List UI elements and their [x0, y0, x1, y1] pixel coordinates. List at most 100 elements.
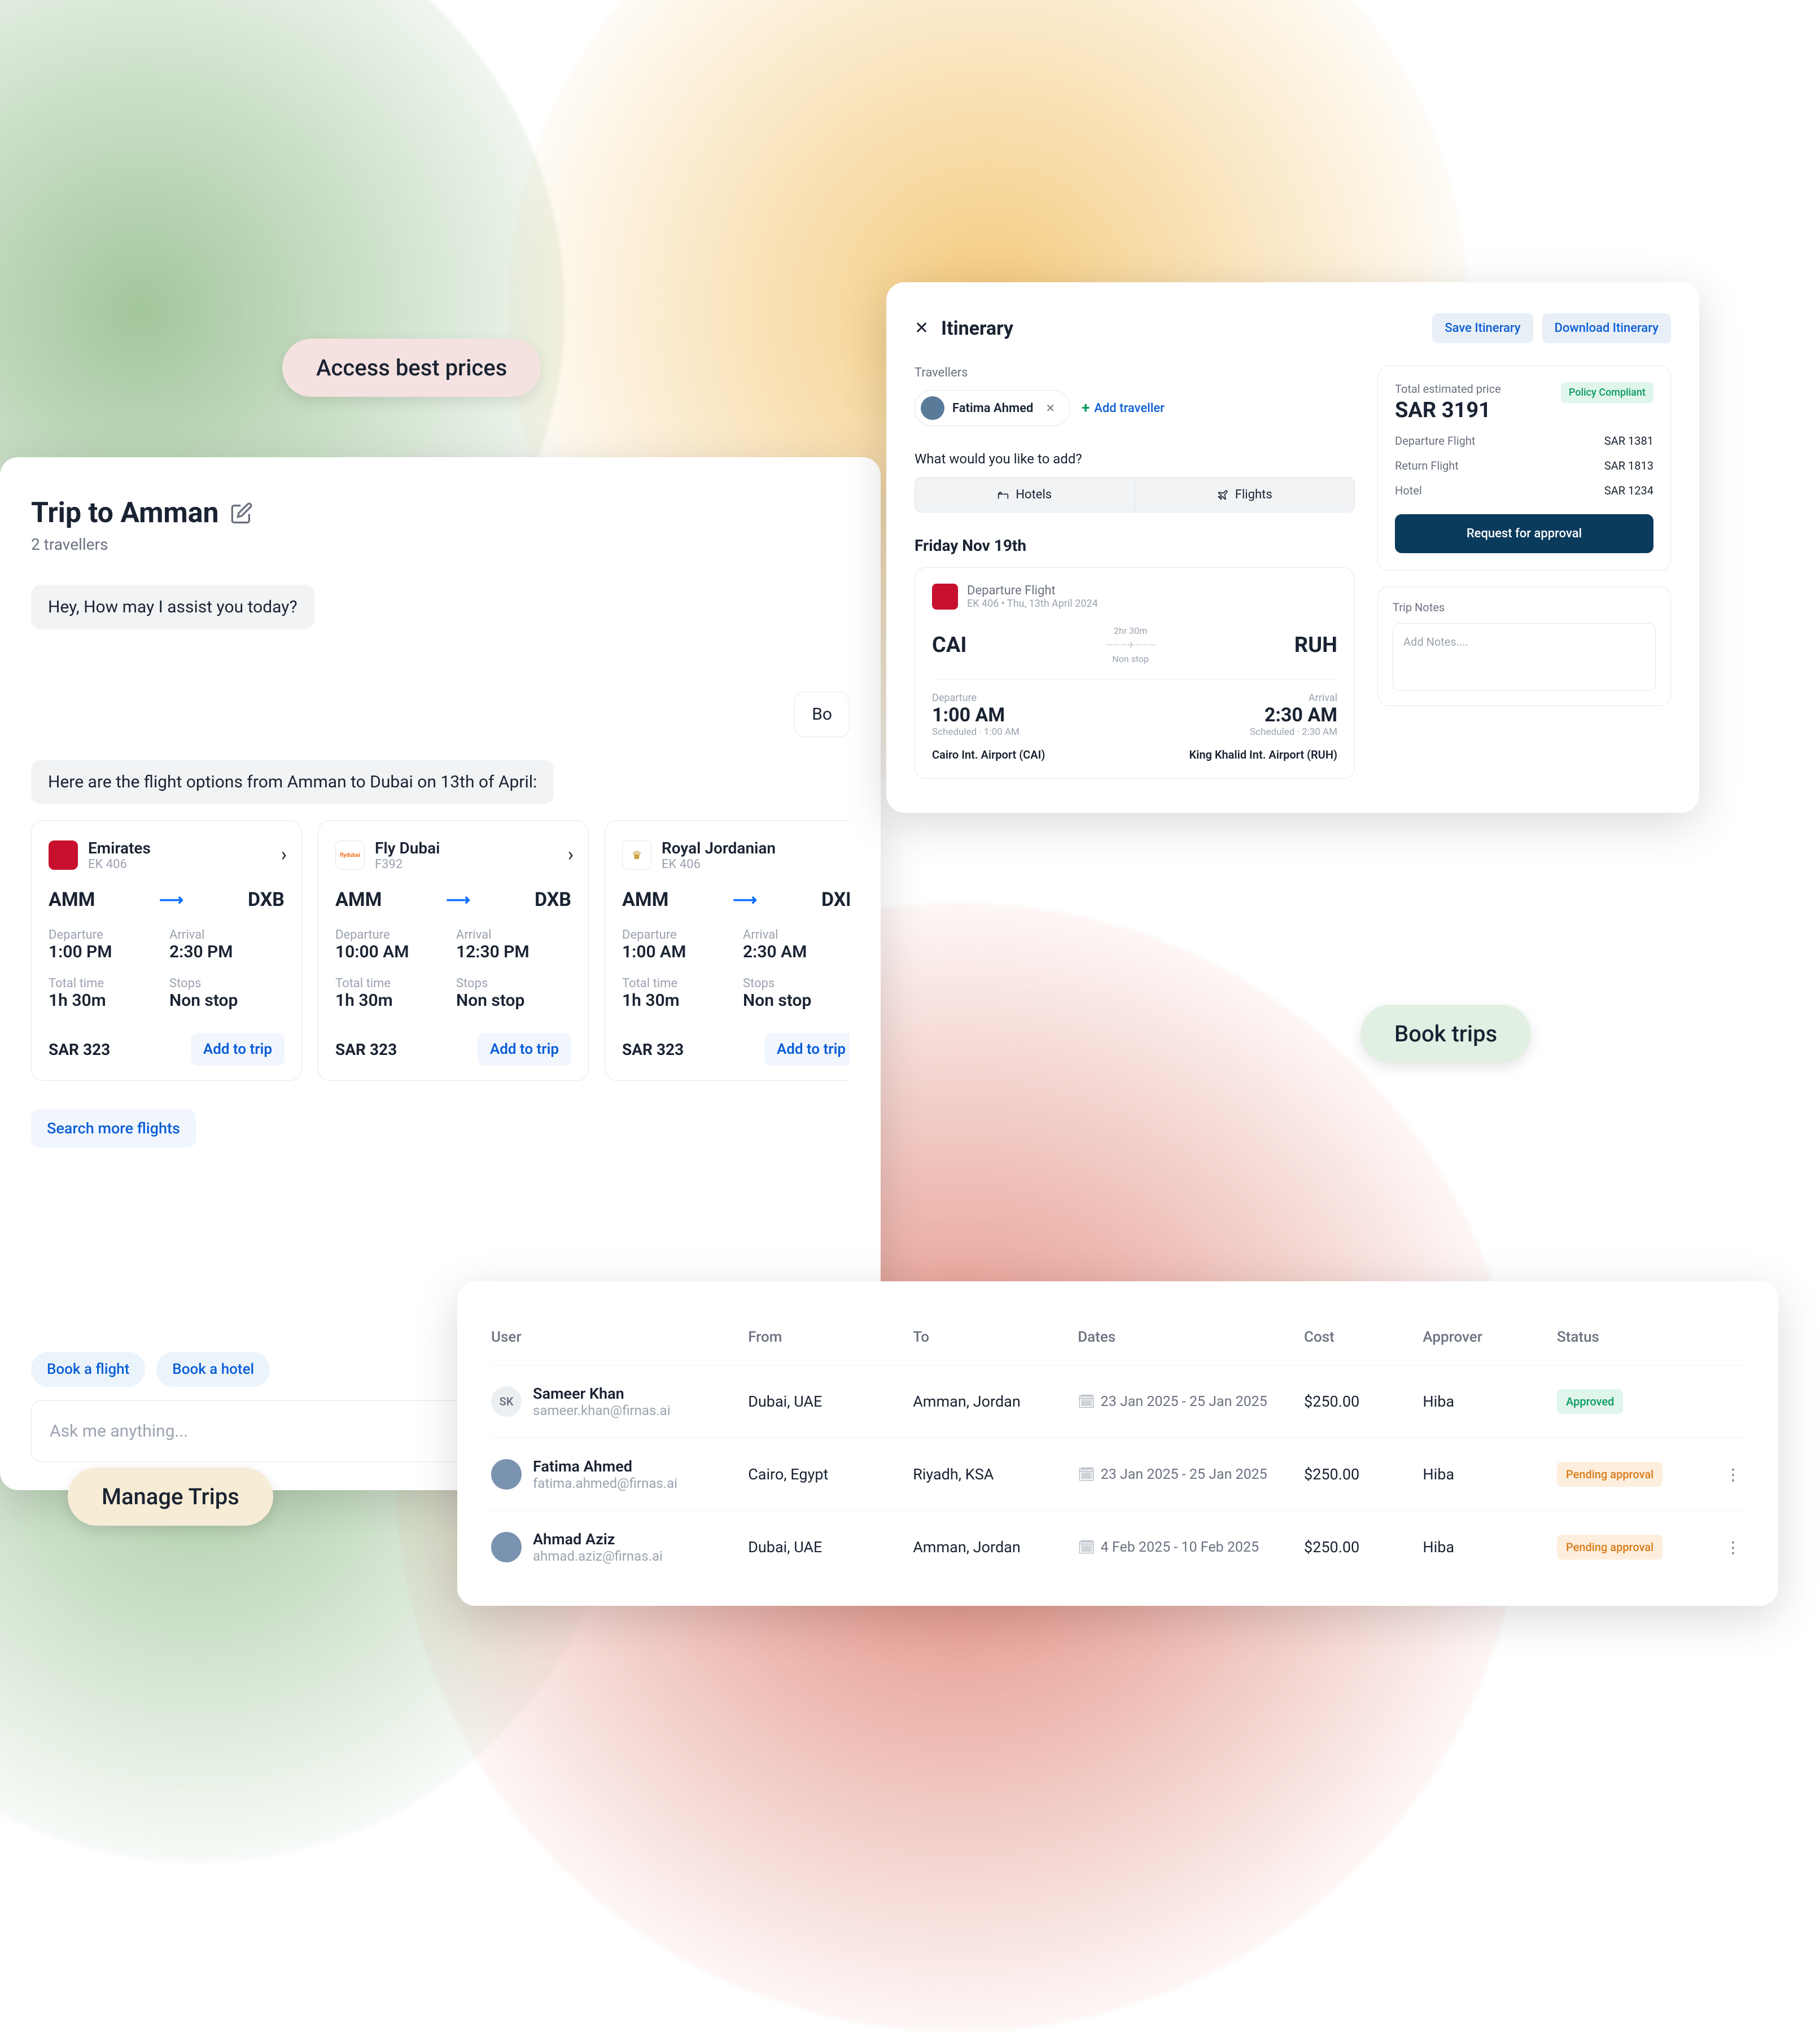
itinerary-title: Itinerary — [941, 317, 1013, 340]
flight-price: SAR 323 — [622, 1040, 684, 1059]
chevron-right-icon[interactable]: › — [281, 843, 287, 866]
arrow-right-icon: ⟶ — [446, 890, 470, 910]
flight-detail-card: Departure Flight EK 406 • Thu, 13th Apri… — [915, 567, 1355, 779]
arr-label: Arrival — [1189, 692, 1337, 704]
cell-cost: $250.00 — [1304, 1465, 1411, 1483]
airline-name: Fly Dubai — [375, 839, 440, 857]
stops-val: Non stop — [456, 991, 571, 1010]
dep-sched: Scheduled · 1:00 AM — [932, 726, 1045, 738]
cell-dates: 🗓23 Jan 2025 - 25 Jan 2025 — [1078, 1466, 1293, 1483]
flight-card[interactable]: Emirates EK 406 › AMM ⟶ DXB Departure1:0… — [31, 820, 302, 1081]
cell-from: Dubai, UAE — [748, 1538, 902, 1556]
plus-icon: + — [1082, 400, 1090, 417]
kebab-menu-icon[interactable]: ⋮ — [1722, 1465, 1744, 1484]
suggestion-book-hotel[interactable]: Book a hotel — [156, 1352, 270, 1387]
user-email: ahmad.aziz@firnas.ai — [533, 1548, 663, 1564]
col-cost: Cost — [1304, 1329, 1411, 1346]
estimate-line-value: SAR 1234 — [1604, 484, 1653, 497]
estimate-line-key: Hotel — [1395, 484, 1422, 497]
itinerary-panel: ✕ Itinerary Save Itinerary Download Itin… — [886, 282, 1699, 813]
add-to-trip-button[interactable]: Add to trip — [478, 1033, 571, 1066]
suggestion-book-flight[interactable]: Book a flight — [31, 1352, 145, 1387]
stops-label: Stops — [169, 976, 285, 991]
status-badge: Pending approval — [1557, 1462, 1663, 1487]
table-row[interactable]: SK Sameer Khan sameer.khan@firnas.ai Dub… — [491, 1365, 1744, 1438]
trips-panel: User From To Dates Cost Approver Status … — [457, 1281, 1778, 1606]
itinerary-date: Friday Nov 19th — [915, 536, 1355, 555]
flight-price: SAR 323 — [49, 1040, 110, 1059]
add-traveller-label: Add traveller — [1094, 401, 1165, 415]
cell-to: Amman, Jordan — [913, 1538, 1066, 1556]
col-status: Status — [1557, 1329, 1710, 1346]
user-name: Fatima Ahmed — [533, 1457, 677, 1475]
avatar — [491, 1459, 522, 1490]
segment-flights[interactable]: Flights — [1135, 478, 1355, 512]
flight-card[interactable]: flydubai Fly Dubai F392 › AMM ⟶ DXB Depa… — [318, 820, 589, 1081]
avatar — [921, 396, 944, 420]
add-traveller-button[interactable]: + Add traveller — [1082, 400, 1165, 417]
traveller-chip: Fatima Ahmed ✕ — [915, 390, 1070, 426]
tag-access-best-prices: Access best prices — [282, 339, 541, 397]
table-row[interactable]: Fatima Ahmed fatima.ahmed@firnas.ai Cair… — [491, 1438, 1744, 1511]
chevron-right-icon[interactable]: › — [568, 843, 574, 866]
edit-icon[interactable] — [230, 502, 253, 524]
flight-price: SAR 323 — [335, 1040, 397, 1059]
flight-code: EK 406 — [88, 857, 151, 872]
trip-notes-input[interactable]: Add Notes.... — [1393, 623, 1656, 691]
table-row[interactable]: Ahmad Aziz ahmad.aziz@firnas.ai Dubai, U… — [491, 1511, 1744, 1583]
dep-time: 1:00 AM — [932, 704, 1045, 726]
search-more-flights-button[interactable]: Search more flights — [31, 1109, 196, 1148]
download-itinerary-button[interactable]: Download Itinerary — [1542, 313, 1671, 343]
travellers-label: Travellers — [915, 366, 1355, 380]
estimate-line-value: SAR 1813 — [1604, 459, 1653, 472]
route-from: AMM — [49, 888, 95, 911]
arrow-right-icon: ⟶ — [159, 890, 183, 910]
calendar-icon: 🗓 — [1078, 1539, 1095, 1555]
trip-notes-label: Trip Notes — [1393, 601, 1656, 614]
avatar: SK — [491, 1386, 522, 1417]
dep-airport: Cairo Int. Airport (CAI) — [932, 748, 1045, 761]
dep-time: 10:00 AM — [335, 942, 450, 962]
tt-label: Total time — [622, 976, 737, 991]
route-to: DXB — [821, 888, 850, 911]
kebab-menu-icon[interactable]: ⋮ — [1722, 1538, 1744, 1557]
estimate-line: Return FlightSAR 1813 — [1395, 459, 1653, 472]
arr-airport: King Khalid Int. Airport (RUH) — [1189, 748, 1337, 761]
segment-hotels-label: Hotels — [1016, 488, 1052, 502]
estimate-line-value: SAR 1381 — [1604, 434, 1653, 448]
policy-compliant-badge: Policy Compliant — [1561, 382, 1653, 403]
save-itinerary-button[interactable]: Save Itinerary — [1432, 313, 1533, 343]
calendar-icon: 🗓 — [1078, 1394, 1095, 1409]
stops-label: Stops — [743, 976, 850, 991]
arr-time: 2:30 AM — [1189, 704, 1337, 726]
assistant-options-bubble: Here are the flight options from Amman t… — [31, 760, 554, 804]
flight-card[interactable]: ♛ Royal Jordanian EK 406 › AMM ⟶ DXB Dep… — [605, 820, 850, 1081]
airline-name: Emirates — [88, 839, 151, 857]
arr-label: Arrival — [169, 928, 285, 942]
dep-time: 1:00 PM — [49, 942, 164, 962]
cell-to: Riyadh, KSA — [913, 1465, 1066, 1483]
add-to-trip-button[interactable]: Add to trip — [191, 1033, 285, 1066]
add-to-trip-button[interactable]: Add to trip — [764, 1033, 850, 1066]
trip-subtitle: 2 travellers — [31, 535, 850, 554]
close-icon[interactable]: ✕ — [915, 318, 929, 338]
route-from: CAI — [932, 633, 967, 658]
col-approver: Approver — [1423, 1329, 1546, 1346]
remove-traveller-icon[interactable]: ✕ — [1041, 399, 1060, 417]
estimate-line-key: Departure Flight — [1395, 434, 1475, 448]
segment-hotels[interactable]: Hotels — [915, 478, 1135, 512]
request-approval-button[interactable]: Request for approval — [1395, 514, 1653, 553]
segment-control: Hotels Flights — [915, 477, 1355, 513]
dep-time: 1:00 AM — [622, 942, 737, 962]
stops-val: Non stop — [169, 991, 285, 1010]
route-to: DXB — [535, 888, 571, 911]
flight-cards-row: Emirates EK 406 › AMM ⟶ DXB Departure1:0… — [31, 820, 850, 1081]
segment-flights-label: Flights — [1235, 488, 1272, 502]
cell-dates: 🗓23 Jan 2025 - 25 Jan 2025 — [1078, 1394, 1293, 1410]
estimate-line: Departure Flight SAR 1381 — [1395, 434, 1653, 448]
estimate-total: SAR 3191 — [1395, 398, 1501, 423]
cell-approver: Hiba — [1423, 1465, 1546, 1483]
user-message-bubble: Bo — [794, 691, 850, 737]
airline-logo: flydubai — [335, 840, 365, 870]
cell-cost: $250.00 — [1304, 1538, 1411, 1556]
